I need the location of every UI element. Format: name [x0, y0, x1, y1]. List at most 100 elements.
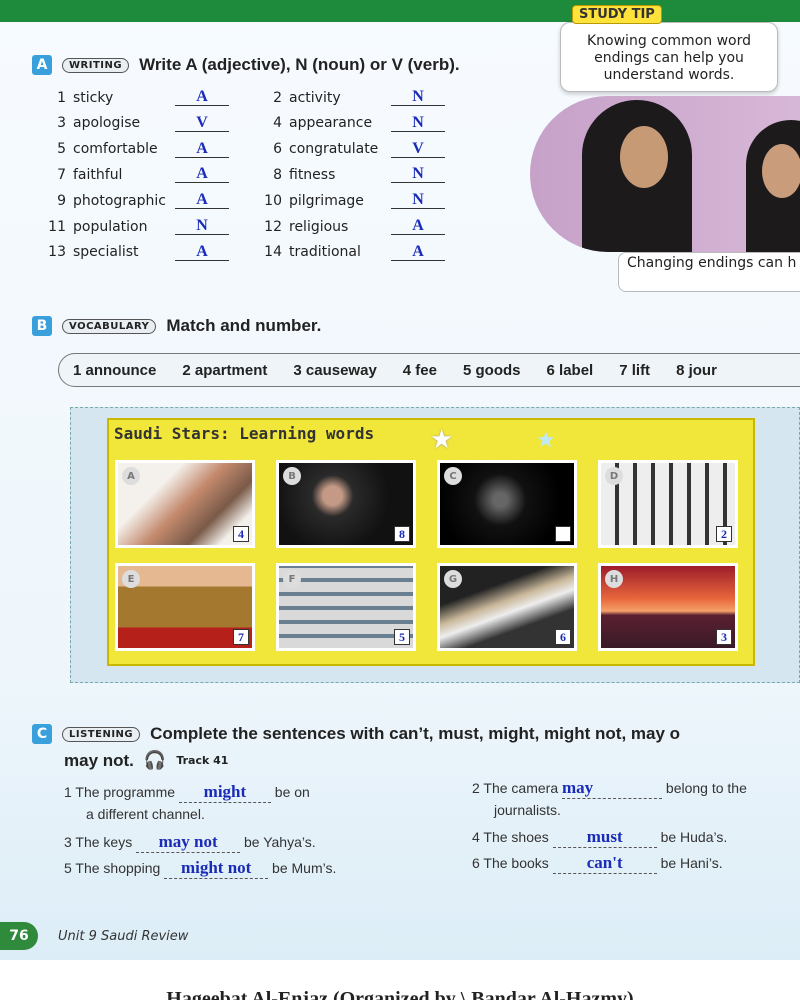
question-number: 14 [264, 244, 282, 261]
section-c-title: Complete the sentences with can’t, must,… [150, 724, 681, 743]
answer-2: may [562, 778, 663, 799]
answer-blank: A [175, 243, 229, 261]
page-footer: 76 Unit 9 Saudi Review [0, 922, 188, 950]
question-number: 12 [264, 218, 282, 235]
sentence-6: 6 The books can't be Hani’s. [472, 853, 723, 874]
answer-blank: N [391, 166, 445, 184]
word-bank-item: 1 announce [73, 361, 157, 379]
answer-blank: N [175, 218, 229, 235]
vocabulary-picture: E7 [115, 563, 255, 651]
question-number: 11 [48, 218, 66, 235]
answer-blank: V [175, 114, 229, 132]
answer-blank: A [391, 243, 445, 261]
word-bank-item: 5 goods [463, 361, 521, 379]
sentence-2-cont: journalists. [494, 802, 561, 818]
picture-number-box[interactable]: 7 [233, 629, 249, 645]
word-bank: 1 announce 2 apartment 3 causeway 4 fee 5 go… [58, 353, 800, 387]
vocabulary-picture: A4 [115, 460, 255, 548]
star-icon: ★ [430, 425, 454, 455]
question-word: apologise [73, 115, 141, 132]
question-item: 1 sticky A [46, 89, 229, 106]
picture-number-box[interactable]: 6 [555, 629, 571, 645]
answer-1: might [178, 782, 271, 803]
track-label: Track 41 [176, 754, 229, 767]
section-a-letter: A [32, 55, 52, 75]
saudi-stars-title: Saudi Stars: Learning words [114, 424, 375, 443]
listening-pill: LISTENING [62, 726, 141, 742]
sentence-1-cont: a different channel. [86, 806, 205, 822]
picture-number-box[interactable]: 2 [716, 526, 732, 542]
answer-blank: A [175, 89, 229, 106]
vocabulary-picture: H3 [598, 563, 738, 651]
question-item: 14 traditional A [262, 243, 445, 261]
word-bank-item: 4 fee [402, 361, 437, 379]
question-word: activity [289, 89, 341, 106]
section-a-header: A WRITING Write A (adjective), N (noun) … [32, 55, 460, 75]
study-tip-bubble: Knowing common word endings can help you… [560, 22, 778, 92]
word-bank-item: 2 apartment [182, 361, 268, 379]
top-green-bar [0, 0, 800, 22]
writing-pill: WRITING [62, 57, 130, 73]
answer-5: might not [164, 858, 269, 879]
picture-letter: E [122, 570, 140, 588]
credit-line: Hageebat Al-Enjaz (Organized by \ Bandar… [166, 988, 634, 1000]
question-word: pilgrimage [289, 192, 364, 209]
section-a-title: Write A (adjective), N (noun) or V (verb… [139, 55, 460, 74]
answer-blank: N [391, 192, 445, 210]
question-word: appearance [289, 115, 373, 132]
sentence-2: 2 The camera may belong to the [472, 778, 747, 799]
question-word: comfortable [73, 141, 158, 158]
question-number: 2 [273, 89, 282, 106]
question-item: 5 comfortable A [46, 140, 229, 158]
sentence-3: 3 The keys may not be Yahya’s. [64, 832, 316, 853]
picture-number-box[interactable] [555, 526, 571, 542]
unit-label: Unit 9 Saudi Review [58, 928, 189, 944]
answer-blank: N [391, 89, 445, 106]
section-c-subtitle: may not. 🎧 Track 41 [64, 750, 228, 771]
question-item: 8 fitness N [262, 166, 445, 184]
question-number: 8 [273, 166, 282, 183]
picture-number-box[interactable]: 5 [394, 629, 410, 645]
question-number: 9 [57, 192, 66, 209]
question-word: photographic [73, 192, 166, 209]
picture-number-box[interactable]: 8 [394, 526, 410, 542]
question-number: 1 [57, 89, 66, 106]
vocabulary-picture: B8 [276, 460, 416, 548]
section-c-title-line2: may not. [64, 750, 134, 770]
question-word: fitness [289, 166, 336, 183]
answer-blank: N [391, 114, 445, 132]
vocabulary-picture: F5 [276, 563, 416, 651]
picture-letter: H [605, 570, 623, 588]
question-number: 3 [57, 115, 66, 132]
answer-blank: A [175, 166, 229, 184]
sentence-4: 4 The shoes must be Huda’s. [472, 827, 728, 848]
section-b-header: B VOCABULARY Match and number. [32, 316, 321, 336]
section-b-title: Match and number. [166, 316, 322, 335]
question-number: 7 [57, 166, 66, 183]
vocabulary-picture: C [437, 460, 577, 548]
question-word: sticky [73, 89, 114, 106]
question-number: 13 [48, 244, 66, 261]
answer-blank: A [391, 218, 445, 235]
word-bank-item: 3 causeway [293, 361, 377, 379]
question-item: 7 faithful A [46, 166, 229, 184]
section-c-letter: C [32, 724, 52, 744]
question-word: traditional [289, 244, 361, 261]
girls-photo [530, 96, 800, 252]
picture-number-box[interactable]: 3 [716, 629, 732, 645]
sentence-1: 1 The programme might be on [64, 782, 310, 803]
picture-letter: G [444, 570, 462, 588]
question-number: 6 [273, 141, 282, 158]
question-word: specialist [73, 244, 139, 261]
question-item: 10 pilgrimage N [262, 192, 445, 210]
answer-blank: V [391, 140, 445, 158]
word-bank-item: 6 label [546, 361, 594, 379]
question-item: 13 specialist A [46, 243, 229, 261]
section-b-letter: B [32, 316, 52, 336]
picture-number-box[interactable]: 4 [233, 526, 249, 542]
vocabulary-pill: VOCABULARY [62, 318, 157, 334]
question-item: 6 congratulate V [262, 140, 445, 158]
question-number: 5 [57, 141, 66, 158]
picture-letter: A [122, 467, 140, 485]
question-number: 10 [264, 192, 282, 209]
